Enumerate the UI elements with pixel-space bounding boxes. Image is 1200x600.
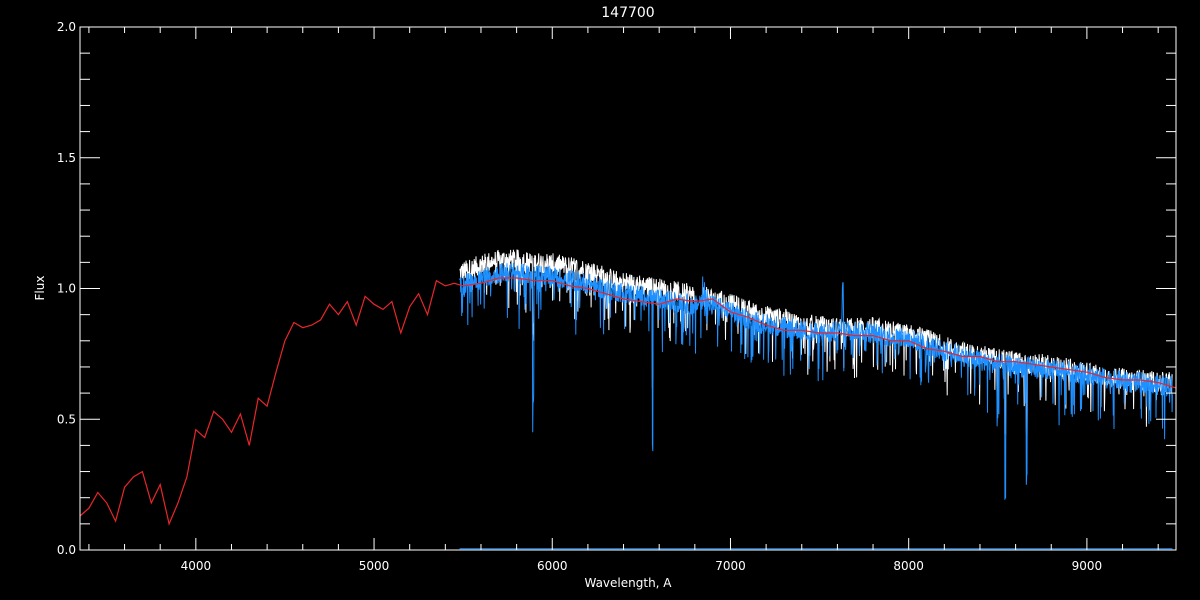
y-tick-label: 1.0 — [57, 282, 76, 296]
series-1 — [459, 262, 1173, 500]
chart-container: 147700 Wavelength, A Flux 4000 5000 6000 70… — [0, 0, 1200, 600]
x-tick-label: 4000 — [181, 559, 212, 573]
x-tick-label: 5000 — [359, 559, 390, 573]
y-tick-label: 1.5 — [57, 151, 76, 165]
y-axis-label: Flux — [33, 276, 47, 301]
x-tick-label: 9000 — [1072, 559, 1103, 573]
x-tick-label: 8000 — [893, 559, 924, 573]
series-1-line — [459, 262, 1173, 500]
series-2 — [79, 277, 1177, 526]
y-tick-label: 0.5 — [57, 412, 76, 426]
series-0 — [459, 249, 1173, 442]
x-tick-label: 7000 — [715, 559, 746, 573]
series-layer — [79, 249, 1177, 550]
series-2-line — [79, 277, 1177, 526]
y-tick-label: 2.0 — [57, 20, 76, 34]
series-0-line — [459, 249, 1173, 442]
x-axis-label: Wavelength, A — [584, 576, 672, 590]
spectrum-chart: 147700 Wavelength, A Flux 4000 5000 6000 70… — [33, 5, 1177, 590]
chart-title: 147700 — [601, 5, 654, 21]
x-tick-label: 6000 — [537, 559, 568, 573]
y-tick-label: 0.0 — [57, 543, 76, 557]
